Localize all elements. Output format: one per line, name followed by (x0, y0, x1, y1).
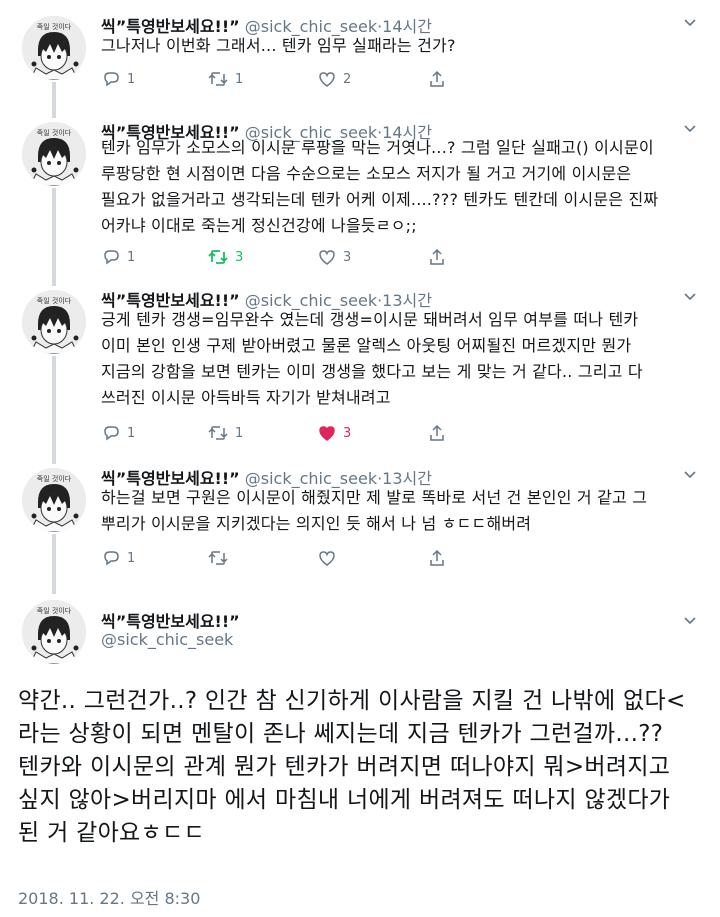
like-count: 3 (343, 425, 352, 441)
share-button[interactable] (427, 546, 447, 570)
retweet-icon (208, 426, 228, 440)
reply-count: 1 (127, 550, 136, 566)
display-name[interactable]: 씩”특영반보세요!!” (101, 608, 240, 632)
avatar[interactable]: 죽일 것이다 (22, 16, 86, 80)
caret-down-icon[interactable] (682, 14, 698, 30)
tweet-text: 하는걸 보면 구원은 이시문이 해줬지만 제 발로 똑바로 서넌 건 본인인 거… (101, 488, 648, 533)
share-icon (430, 70, 444, 87)
reply-button[interactable]: 1 (101, 546, 135, 570)
retweet-count: 1 (235, 425, 244, 441)
retweet-count: 1 (235, 71, 244, 87)
avatar-text: 죽일 것이다 (37, 128, 72, 137)
reply-icon (104, 250, 119, 265)
main-tweet-text: 약간.. 그런건가..? 인간 참 신기하게 이사람을 지킬 건 나밖에 없다<… (18, 688, 686, 846)
share-icon (430, 549, 444, 566)
tweet[interactable]: 죽일 것이다 씩”특영반보세요!!” @sick_chic_seek·14시간 … (0, 0, 720, 110)
retweet-count: 3 (235, 249, 244, 265)
like-button[interactable] (317, 546, 343, 570)
tweet-text: 텐카 임무가 소모스의 이시문 루팡을 막는 거엿나...? 그럼 일단 실패고… (101, 138, 659, 235)
tweet-timestamp[interactable]: 2018. 11. 22. 오전 8:30 (18, 885, 200, 909)
retweet-button[interactable]: 1 (207, 421, 243, 445)
caret-down-icon[interactable] (682, 288, 698, 304)
username[interactable]: @sick_chic_seek (101, 630, 233, 649)
retweet-icon (208, 72, 228, 86)
retweet-button[interactable] (207, 546, 235, 570)
retweet-button[interactable]: 1 (207, 67, 243, 91)
share-icon (430, 248, 444, 265)
like-button[interactable]: 2 (317, 67, 351, 91)
avatar-text: 죽일 것이다 (37, 474, 72, 483)
like-button[interactable]: 3 (317, 421, 351, 445)
retweet-button[interactable]: 3 (207, 245, 243, 269)
thread-line (52, 534, 56, 594)
reply-icon (104, 551, 119, 566)
like-button[interactable]: 3 (317, 245, 351, 269)
share-button[interactable] (427, 245, 447, 269)
reply-button[interactable]: 1 (101, 421, 135, 445)
tweet-text: 긍게 텐카 갱생=임무완수 였는데 갱생=이시문 돼버려서 임무 여부를 떠나 … (101, 310, 643, 407)
reply-count: 1 (127, 249, 136, 265)
avatar-text: 죽일 것이다 (37, 296, 72, 305)
avatar[interactable]: 죽일 것이다 (22, 290, 86, 354)
share-button[interactable] (427, 67, 447, 91)
like-icon (319, 426, 335, 441)
share-button[interactable] (427, 421, 447, 445)
reply-button[interactable]: 1 (101, 245, 135, 269)
avatar[interactable]: 죽일 것이다 (22, 122, 86, 186)
reply-count: 1 (127, 71, 136, 87)
reply-button[interactable]: 1 (101, 67, 135, 91)
like-count: 2 (343, 71, 352, 87)
like-icon (319, 250, 335, 265)
thread-line (52, 188, 56, 286)
thread-line (52, 356, 56, 464)
like-count: 3 (343, 249, 352, 265)
reply-icon (104, 72, 119, 87)
caret-down-icon[interactable] (682, 120, 698, 136)
tweet-text: 그나저나 이번화 그래서... 텐카 임무 실패라는 건가? (101, 36, 456, 55)
like-icon (319, 72, 335, 87)
retweet-icon (208, 551, 228, 565)
avatar[interactable]: 죽일 것이다 (22, 600, 86, 664)
share-icon (430, 424, 444, 441)
avatar-text: 죽일 것이다 (37, 606, 72, 615)
avatar[interactable]: 죽일 것이다 (22, 468, 86, 532)
reply-count: 1 (127, 425, 136, 441)
retweet-icon (208, 250, 228, 264)
caret-down-icon[interactable] (682, 612, 698, 628)
caret-down-icon[interactable] (682, 466, 698, 482)
avatar-text: 죽일 것이다 (37, 22, 72, 31)
like-icon (319, 551, 335, 566)
reply-icon (104, 426, 119, 441)
